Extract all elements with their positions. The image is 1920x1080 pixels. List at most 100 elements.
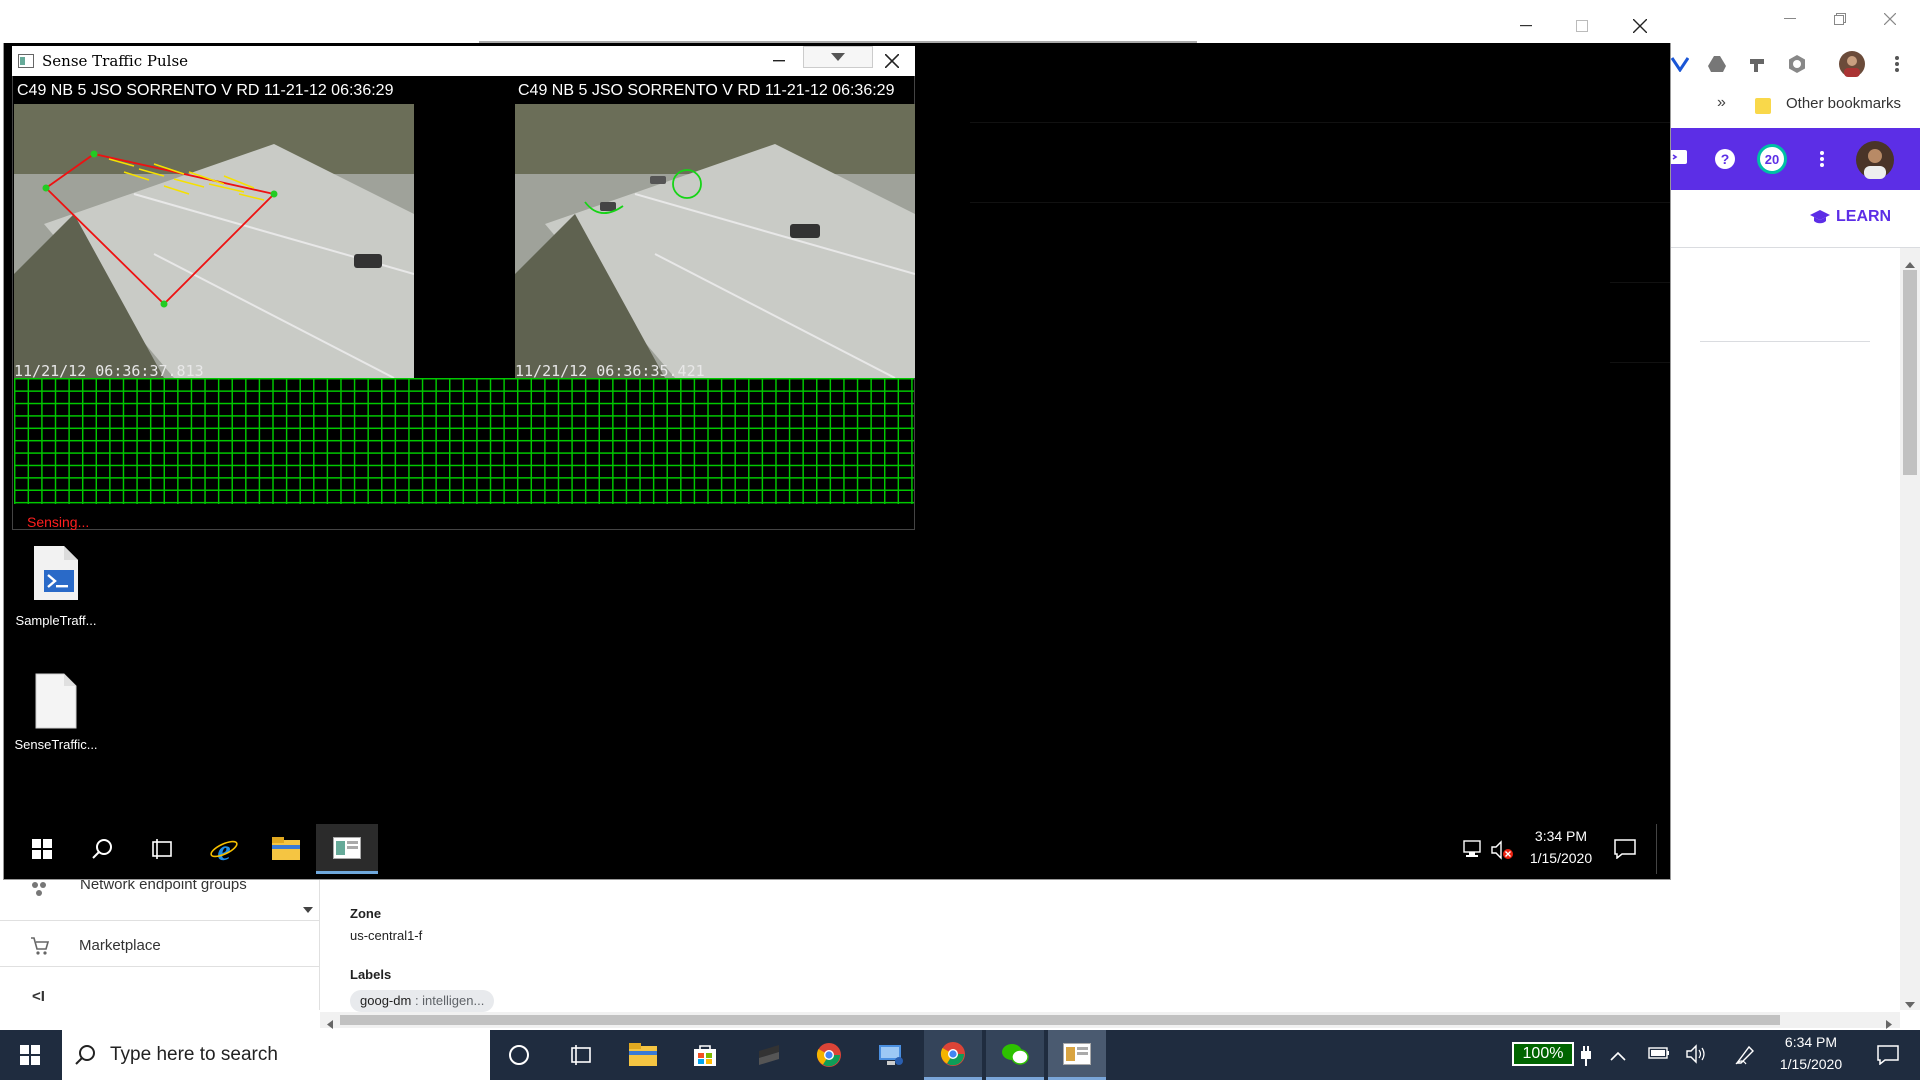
network-endpoint-icon: [30, 880, 50, 900]
rdp-search-button[interactable]: [74, 826, 130, 872]
app-titlebar: Sense Traffic Pulse: [12, 46, 915, 76]
host-remote-session-button[interactable]: [1048, 1030, 1106, 1080]
extension-puzzle-icon[interactable]: [1743, 50, 1771, 78]
network-icon[interactable]: [1462, 840, 1484, 858]
app-window-icon: [333, 836, 361, 859]
host-start-button[interactable]: [0, 1030, 60, 1080]
chrome-menu-icon[interactable]: [1883, 50, 1911, 78]
host-clock-time[interactable]: 6:34 PM: [1766, 1034, 1856, 1050]
volume-muted-icon[interactable]: [1491, 840, 1515, 860]
divider: [1610, 362, 1670, 363]
desktop-icon-label-sensetraffic[interactable]: SenseTraffic...: [6, 737, 106, 752]
pen-workspace-icon[interactable]: [1734, 1044, 1756, 1071]
other-bookmarks-link[interactable]: Other bookmarks: [1786, 95, 1901, 112]
desktop-icon-label-sampletraffic[interactable]: SampleTraff...: [6, 613, 106, 628]
chrome-titlebar: [1665, 0, 1920, 40]
rdp-start-button[interactable]: [12, 826, 72, 872]
label-chip[interactable]: goog-dm : intelligen...: [350, 990, 495, 1012]
label-chip-key: goog-dm: [360, 993, 412, 1008]
bookmarks-overflow-button[interactable]: »: [1717, 94, 1726, 112]
rdp-sense-traffic-taskbar-button[interactable]: [316, 824, 378, 874]
host-chrome-button[interactable]: [800, 1030, 858, 1080]
folder-icon: [1755, 96, 1771, 114]
store-icon: [694, 1045, 716, 1066]
host-search-box[interactable]: Type here to search: [62, 1030, 490, 1080]
divider: [970, 122, 1670, 123]
chrome-minimize-button[interactable]: [1765, 4, 1815, 34]
horizontal-scroll-thumb[interactable]: [340, 1015, 1780, 1025]
notification-count: 20: [1764, 151, 1780, 167]
folder-icon: [629, 1043, 657, 1066]
host-action-center-button[interactable]: [1868, 1038, 1908, 1072]
rdp-task-view-button[interactable]: [134, 826, 190, 872]
rdp-file-explorer-button[interactable]: [258, 826, 314, 872]
vertical-scroll-thumb[interactable]: [1903, 270, 1917, 475]
battery-percent: 100%: [1522, 1045, 1564, 1062]
host-wechat-button[interactable]: [986, 1030, 1044, 1080]
host-store-button[interactable]: [676, 1030, 734, 1080]
host-task-view-button[interactable]: [552, 1030, 610, 1080]
profile-avatar[interactable]: [1837, 49, 1867, 79]
rdp-edge-button[interactable]: e: [196, 826, 252, 872]
plug-icon[interactable]: [1580, 1046, 1592, 1066]
chrome-restore-button[interactable]: [1815, 4, 1865, 34]
host-chrome-active-button[interactable]: [924, 1030, 982, 1080]
rdp-close-button[interactable]: [1617, 12, 1663, 40]
chrome-close-button[interactable]: [1865, 4, 1915, 34]
gcp-account-avatar[interactable]: [1855, 140, 1895, 180]
camera-1-header: C49 NB 5 JSO SORRENTO V RD 11-21-12 06:3…: [17, 82, 394, 99]
chrome-icon: [816, 1043, 841, 1067]
scroll-down-arrow-icon[interactable]: [1904, 996, 1916, 1014]
gcp-header: ? 20: [1665, 128, 1920, 190]
divider: [0, 920, 320, 921]
drive-icon[interactable]: [1703, 50, 1731, 78]
scroll-up-arrow-icon[interactable]: [1904, 256, 1916, 274]
host-sublime-button[interactable]: [740, 1030, 798, 1080]
extension-hex-icon[interactable]: [1783, 50, 1811, 78]
volume-icon[interactable]: [1686, 1044, 1708, 1069]
learn-label: LEARN: [1836, 208, 1892, 225]
host-cortana-button[interactable]: [490, 1030, 548, 1080]
collapse-sidebar-button[interactable]: <I: [32, 988, 45, 1005]
divider: [0, 966, 320, 967]
chevron-down-icon[interactable]: [303, 900, 313, 918]
host-file-explorer-button[interactable]: [614, 1030, 672, 1080]
camera-1-view[interactable]: [14, 104, 414, 378]
help-icon[interactable]: ?: [1712, 146, 1738, 172]
battery-icon[interactable]: [1648, 1046, 1670, 1065]
host-search-placeholder: Type here to search: [110, 1044, 278, 1065]
rdp-action-center-button[interactable]: [1604, 830, 1646, 868]
battery-percent-badge[interactable]: 100%: [1512, 1042, 1574, 1066]
app-close-button[interactable]: [874, 48, 910, 74]
notifications-badge[interactable]: 20: [1757, 144, 1787, 174]
chevron-up-icon[interactable]: [1610, 1048, 1626, 1066]
camera-2-view[interactable]: [515, 104, 915, 378]
zone-value: us-central1-f: [350, 928, 423, 943]
rdp-maximize-button[interactable]: [1559, 12, 1605, 40]
blank-file-icon[interactable]: [32, 672, 80, 730]
cortana-icon: [509, 1045, 529, 1065]
app-title: Sense Traffic Pulse: [42, 52, 189, 70]
learn-button[interactable]: LEARN: [1810, 208, 1891, 226]
sidebar-item-marketplace[interactable]: Marketplace: [79, 937, 161, 954]
gcp-more-icon[interactable]: [1812, 146, 1832, 172]
cart-icon: [30, 936, 50, 956]
app-minimize-button[interactable]: [759, 48, 799, 74]
labels-label: Labels: [350, 967, 392, 982]
internet-explorer-icon: e: [210, 834, 238, 864]
powershell-script-icon[interactable]: [30, 544, 82, 602]
app-dropdown-button[interactable]: [803, 46, 873, 68]
show-desktop-button[interactable]: [1656, 824, 1657, 874]
bookmarks-bar: » Other bookmarks: [1665, 88, 1920, 122]
host-remote-desktop-button[interactable]: [862, 1030, 920, 1080]
windows-logo-icon: [20, 1045, 40, 1065]
remote-desktop-titlebar: [3, 10, 1671, 43]
rdp-minimize-button[interactable]: [1503, 12, 1549, 40]
app-window-icon: [18, 54, 34, 68]
pulse-grid-panel: [14, 378, 914, 504]
rdp-clock-date[interactable]: 1/15/2020: [1524, 850, 1598, 866]
label-chip-value: : intelligen...: [414, 993, 485, 1008]
task-view-icon: [152, 839, 172, 859]
host-clock-date[interactable]: 1/15/2020: [1766, 1056, 1856, 1072]
rdp-clock-time[interactable]: 3:34 PM: [1528, 828, 1594, 844]
